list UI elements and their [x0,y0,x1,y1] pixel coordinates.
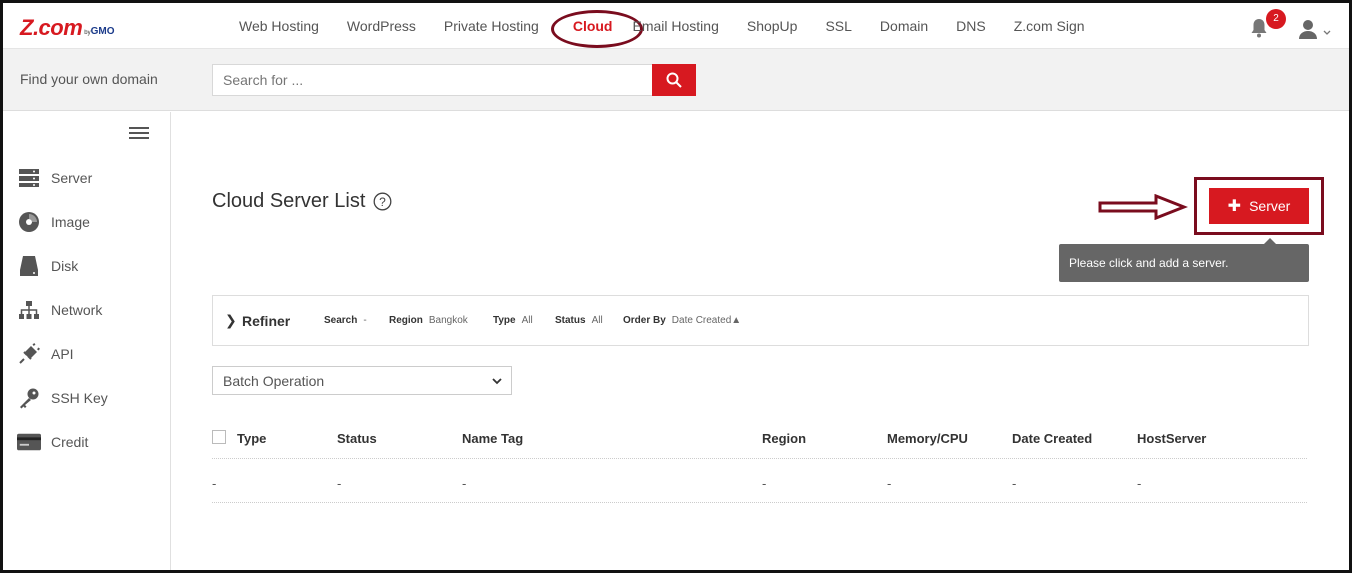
plus-icon: ✚ [1227,198,1242,215]
sidebar-item-label: Network [51,302,103,318]
hamburger-menu-icon[interactable] [129,126,151,142]
table-cell-hostserver: - [1137,476,1142,491]
column-header-region[interactable]: Region [762,431,806,446]
sidebar-item-ssh-key[interactable]: SSH Key [17,386,108,410]
nav-private-hosting[interactable]: Private Hosting [430,18,553,34]
search-button[interactable] [652,64,696,96]
table-cell-date-created: - [1012,476,1017,491]
annotation-arrow-icon [1098,193,1189,225]
key-icon [17,387,41,409]
sidebar-item-network[interactable]: Network [17,298,102,322]
refiner-title[interactable]: Refiner [242,313,290,329]
main-nav: Web Hosting WordPress Private Hosting Cl… [225,3,1099,49]
refiner-search-label: Search [324,315,358,326]
sidebar-item-label: Server [51,170,93,186]
notification-badge: 2 [1266,9,1286,29]
refiner-region-value: Bangkok [428,315,468,326]
logo-main-text: Z.com [20,15,83,40]
refiner-status-value: All [591,315,603,326]
refiner-search-value: - [363,315,367,326]
sidebar-item-image[interactable]: Image [17,210,90,234]
help-icon[interactable]: ? [373,192,392,211]
nav-ssl[interactable]: SSL [811,18,865,34]
chevron-right-icon[interactable]: ❯ [225,312,237,329]
refiner-type-value: All [521,315,533,326]
sidebar-item-credit[interactable]: Credit [17,430,88,454]
credit-card-icon [17,431,41,453]
refiner-type: Type All [493,315,533,326]
disk-icon [17,255,41,277]
domain-search-bar: Find your own domain [3,49,1349,111]
table-cell-region: - [762,476,767,491]
nav-shopup[interactable]: ShopUp [733,18,812,34]
nav-zcom-sign[interactable]: Z.com Sign [1000,18,1099,34]
column-header-date-created[interactable]: Date Created [1012,431,1092,446]
svg-text:?: ? [379,195,386,209]
nav-cloud[interactable]: Cloud [550,10,643,48]
table-cell-type: - [212,476,217,491]
find-domain-label: Find your own domain [20,71,158,87]
sidebar-item-server[interactable]: Server [17,166,92,190]
add-server-button[interactable]: ✚ Server [1209,188,1309,224]
table-cell-name-tag: - [462,476,467,491]
refiner-status-label: Status [555,315,586,326]
select-all-checkbox[interactable] [212,430,226,444]
sidebar: Server Image Disk Network API SSH Key Cr… [3,112,171,570]
column-header-name-tag[interactable]: Name Tag [462,431,523,446]
nav-dns[interactable]: DNS [942,18,1000,34]
refiner-status: Status All [555,315,603,326]
top-navbar: Z.com by GMO Web Hosting WordPress Priva… [3,3,1349,49]
refiner-type-label: Type [493,315,516,326]
search-icon [666,72,682,88]
refiner-order: Order By Date Created▲ [623,315,741,326]
table-cell-status: - [337,476,342,491]
refiner-panel[interactable]: ❯ Refiner Search - Region Bangkok Type All … [212,295,1309,346]
nav-domain[interactable]: Domain [866,18,942,34]
server-icon [17,167,41,189]
network-icon [17,299,41,321]
refiner-region-label: Region [389,315,423,326]
zcom-logo[interactable]: Z.com by GMO [20,13,115,39]
sidebar-item-label: Image [51,214,90,230]
nav-web-hosting[interactable]: Web Hosting [225,18,333,34]
user-menu[interactable] [1299,19,1333,41]
nav-email-hosting[interactable]: Email Hosting [628,18,732,34]
column-header-memory-cpu[interactable]: Memory/CPU [887,431,968,446]
refiner-search: Search - [324,315,367,326]
batch-operation-label: Batch Operation [223,373,325,389]
refiner-order-label: Order By [623,315,666,326]
nav-wordpress[interactable]: WordPress [333,18,430,34]
column-header-hostserver[interactable]: HostServer [1137,431,1206,446]
sidebar-item-label: SSH Key [51,390,108,406]
batch-operation-select[interactable]: Batch Operation [212,366,512,395]
image-disc-icon [17,211,41,233]
refiner-region: Region Bangkok [389,315,468,326]
domain-search-input[interactable] [212,64,653,96]
table-cell-memory-cpu: - [887,476,892,491]
sidebar-item-label: Disk [51,258,79,274]
user-icon [1299,20,1331,39]
table-divider [212,502,1307,503]
sidebar-item-label: API [51,346,74,362]
logo-gmo-text: GMO [90,26,115,37]
page-title: Cloud Server List [212,190,366,212]
refiner-order-value: Date Created▲ [671,315,742,326]
column-header-status[interactable]: Status [337,431,377,446]
chevron-down-icon [491,374,503,386]
add-server-tooltip: Please click and add a server. [1059,238,1309,282]
sidebar-item-disk[interactable]: Disk [17,254,78,278]
column-header-type[interactable]: Type [237,431,266,446]
table-divider [212,458,1307,459]
sidebar-item-label: Credit [51,434,89,450]
sidebar-item-api[interactable]: API [17,342,74,366]
add-server-label: Server [1249,198,1291,214]
api-plug-icon [17,343,41,365]
